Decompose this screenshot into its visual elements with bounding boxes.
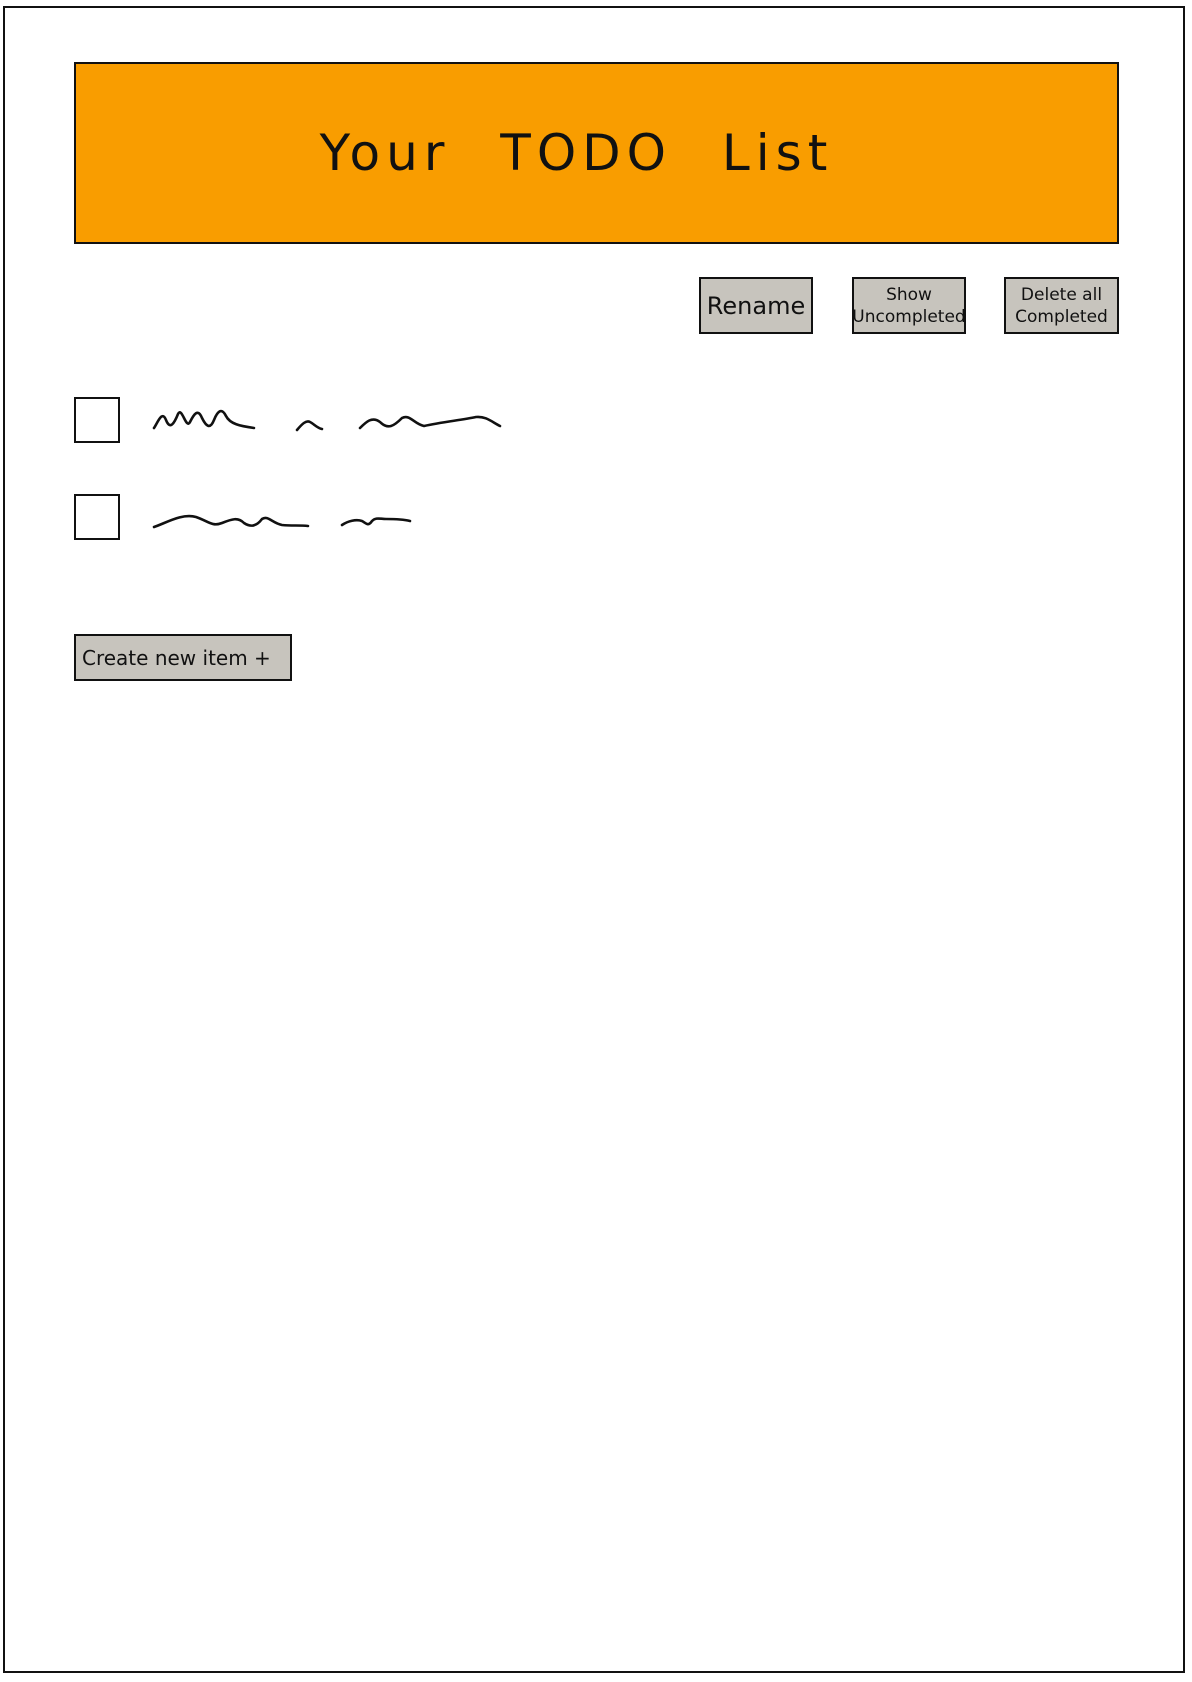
rename-button[interactable]: Rename bbox=[699, 277, 813, 334]
todo-checkbox[interactable] bbox=[74, 397, 120, 443]
todo-text-placeholder bbox=[152, 409, 502, 432]
create-new-item-button-label: Create new item + bbox=[82, 645, 271, 670]
show-uncompleted-button-label: Show Uncompleted bbox=[852, 284, 965, 328]
delete-all-completed-button[interactable]: Delete all Completed bbox=[1004, 277, 1119, 334]
todo-checkbox[interactable] bbox=[74, 494, 120, 540]
delete-completed-label-line2: Completed bbox=[1015, 306, 1108, 327]
delete-completed-label-line1: Delete all bbox=[1020, 284, 1103, 305]
show-uncompleted-button[interactable]: Show Uncompleted bbox=[852, 277, 966, 334]
header-banner: Your TODO List bbox=[74, 62, 1119, 244]
show-uncompleted-label-line2: Uncompleted bbox=[852, 306, 966, 327]
todo-text-placeholder bbox=[152, 514, 412, 529]
create-new-item-button[interactable]: Create new item + bbox=[74, 634, 292, 681]
page-title: Your TODO List bbox=[319, 124, 834, 182]
todo-item bbox=[74, 494, 574, 540]
todo-item bbox=[74, 397, 574, 443]
page-frame bbox=[3, 6, 1185, 1673]
rename-button-label: Rename bbox=[706, 291, 806, 320]
show-uncompleted-label-line1: Show bbox=[886, 284, 932, 305]
delete-all-completed-button-label: Delete all Completed bbox=[1015, 284, 1108, 328]
